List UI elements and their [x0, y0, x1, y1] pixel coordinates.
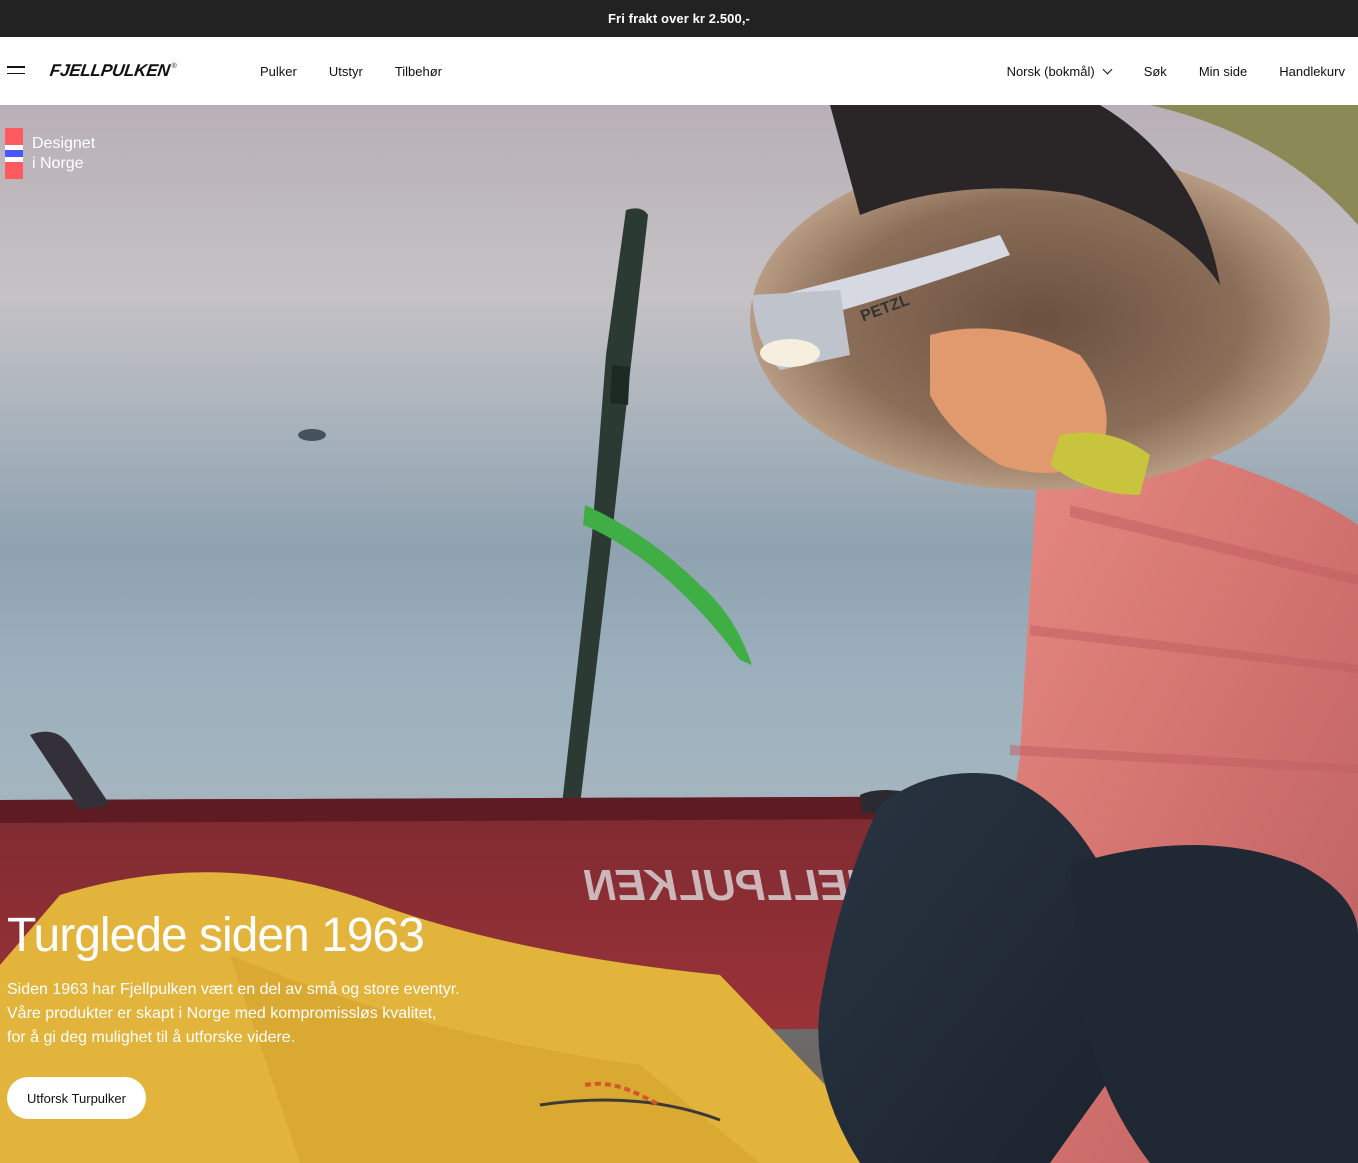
registered-mark: ® — [171, 63, 177, 70]
badge-line-1: Designet — [32, 135, 96, 152]
menu-icon[interactable] — [7, 66, 25, 76]
site-header: FJELLPULKEN ® Pulker Utstyr Tilbehør Nor… — [0, 37, 1358, 105]
explore-turpulker-button[interactable]: Utforsk Turpulker — [7, 1077, 146, 1119]
hero-line-2: Våre produkter er skapt i Norge med komp… — [7, 1005, 437, 1022]
nav-item-pulker[interactable]: Pulker — [260, 64, 297, 79]
site-logo[interactable]: FJELLPULKEN ® — [48, 61, 177, 80]
hero-banner: FJELLPULKEN PETZL Designet i Norge Turgl… — [0, 105, 1358, 1163]
cart-link[interactable]: Handlekurv — [1279, 64, 1345, 79]
hero-copy: Turglede siden 1963 Siden 1963 har Fjell… — [7, 908, 567, 1050]
account-link[interactable]: Min side — [1199, 64, 1247, 79]
search-link[interactable]: Søk — [1144, 64, 1167, 79]
nav-item-utstyr[interactable]: Utstyr — [329, 64, 363, 79]
designed-in-norway-badge: Designet i Norge — [5, 128, 95, 179]
chevron-down-icon — [1102, 64, 1113, 74]
hero-line-1: Siden 1963 har Fjellpulken vært en del a… — [7, 981, 460, 998]
hero-line-3: for å gi deg mulighet til å utforske vid… — [7, 1029, 296, 1046]
logo-wordmark: FJELLPULKEN — [48, 61, 172, 80]
main-nav: Pulker Utstyr Tilbehør — [260, 37, 474, 105]
norway-flag-icon — [5, 128, 23, 179]
utility-nav: Norsk (bokmål) Søk Min side Handlekurv — [1007, 37, 1345, 105]
badge-line-2: i Norge — [32, 155, 84, 172]
language-label: Norsk (bokmål) — [1006, 63, 1095, 79]
language-selector[interactable]: Norsk (bokmål) — [1006, 63, 1113, 79]
announcement-bar: Fri frakt over kr 2.500,- — [0, 0, 1358, 37]
hero-title: Turglede siden 1963 — [7, 909, 425, 962]
hero-description: Siden 1963 har Fjellpulken vært en del a… — [7, 978, 507, 1050]
nav-item-tilbehor[interactable]: Tilbehør — [395, 64, 442, 79]
announcement-text: Fri frakt over kr 2.500,- — [608, 11, 750, 26]
